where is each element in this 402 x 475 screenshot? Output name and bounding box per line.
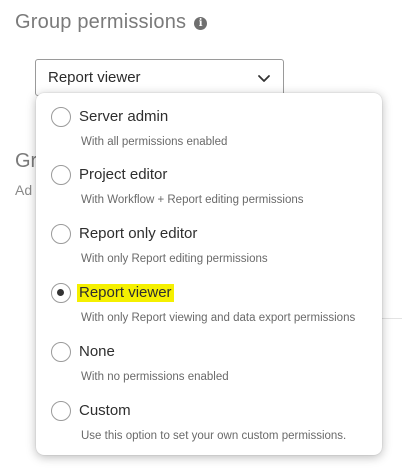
option-report-viewer[interactable]: Report viewer With only Report viewing a…	[36, 283, 382, 341]
option-server-admin[interactable]: Server admin With all permissions enable…	[36, 107, 382, 165]
permission-dropdown-menu: Server admin With all permissions enable…	[36, 93, 382, 455]
option-description: Use this option to set your own custom p…	[81, 430, 347, 442]
chevron-down-icon	[258, 75, 270, 82]
background-heading: Gr	[15, 150, 38, 172]
option-label: Custom	[79, 402, 131, 419]
option-label: Report viewer	[77, 284, 174, 302]
radio-button[interactable]	[51, 342, 71, 362]
option-label: Report only editor	[79, 225, 198, 242]
option-description: With only Report editing permissions	[81, 253, 268, 265]
option-label: Project editor	[79, 166, 168, 183]
background-subtext: Ad	[15, 182, 33, 198]
option-description: With Workflow + Report editing permissio…	[81, 194, 304, 206]
radio-button[interactable]	[51, 165, 71, 185]
permission-select-value: Report viewer	[48, 69, 141, 86]
radio-button[interactable]	[51, 107, 71, 127]
radio-button[interactable]	[51, 401, 71, 421]
option-description: With no permissions enabled	[81, 371, 229, 383]
option-label: Server admin	[79, 108, 169, 125]
option-none[interactable]: None With no permissions enabled	[36, 342, 382, 400]
option-project-editor[interactable]: Project editor With Workflow + Report ed…	[36, 165, 382, 223]
radio-button[interactable]	[51, 224, 71, 244]
option-report-only-editor[interactable]: Report only editor With only Report edit…	[36, 224, 382, 282]
option-description: With all permissions enabled	[81, 136, 228, 148]
section-title: Group permissions i	[15, 11, 208, 34]
option-custom[interactable]: Custom Use this option to set your own c…	[36, 401, 382, 459]
permission-select[interactable]: Report viewer	[35, 59, 284, 96]
radio-button-selected[interactable]	[51, 283, 71, 303]
permissions-page: Group permissions i Gr Ad Report viewer …	[0, 0, 402, 475]
info-icon[interactable]: i	[194, 17, 208, 30]
section-title-text: Group permissions	[15, 11, 187, 33]
option-description: With only Report viewing and data export…	[81, 312, 356, 324]
option-label: None	[79, 343, 115, 360]
